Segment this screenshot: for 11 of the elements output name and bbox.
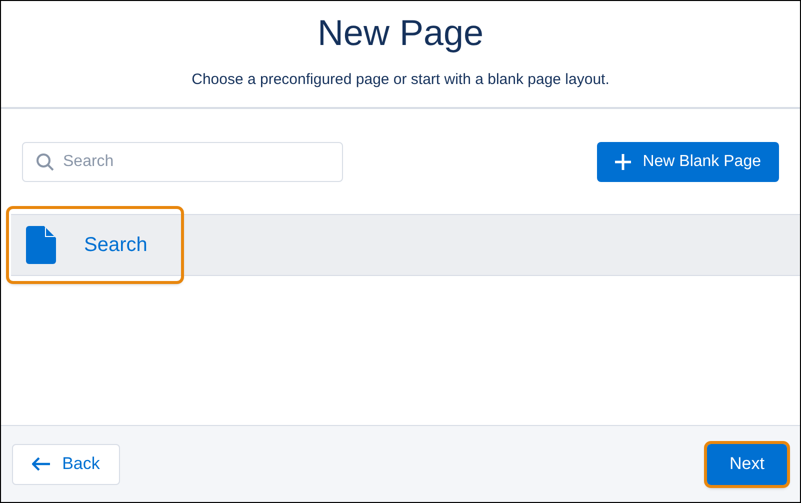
document-icon [26,226,56,264]
page-list-item[interactable]: Search [11,214,800,276]
search-icon [36,153,54,171]
new-blank-page-button[interactable]: New Blank Page [596,142,779,182]
back-button[interactable]: Back [12,444,120,484]
plus-icon [614,154,631,170]
page-title: New Page [317,11,484,55]
search-field[interactable]: Search [22,142,343,182]
arrow-left-icon [32,457,50,471]
subtitle: Choose a preconfigured page or start with a blank page layout. [192,70,610,90]
next-button[interactable]: Next [707,444,787,484]
